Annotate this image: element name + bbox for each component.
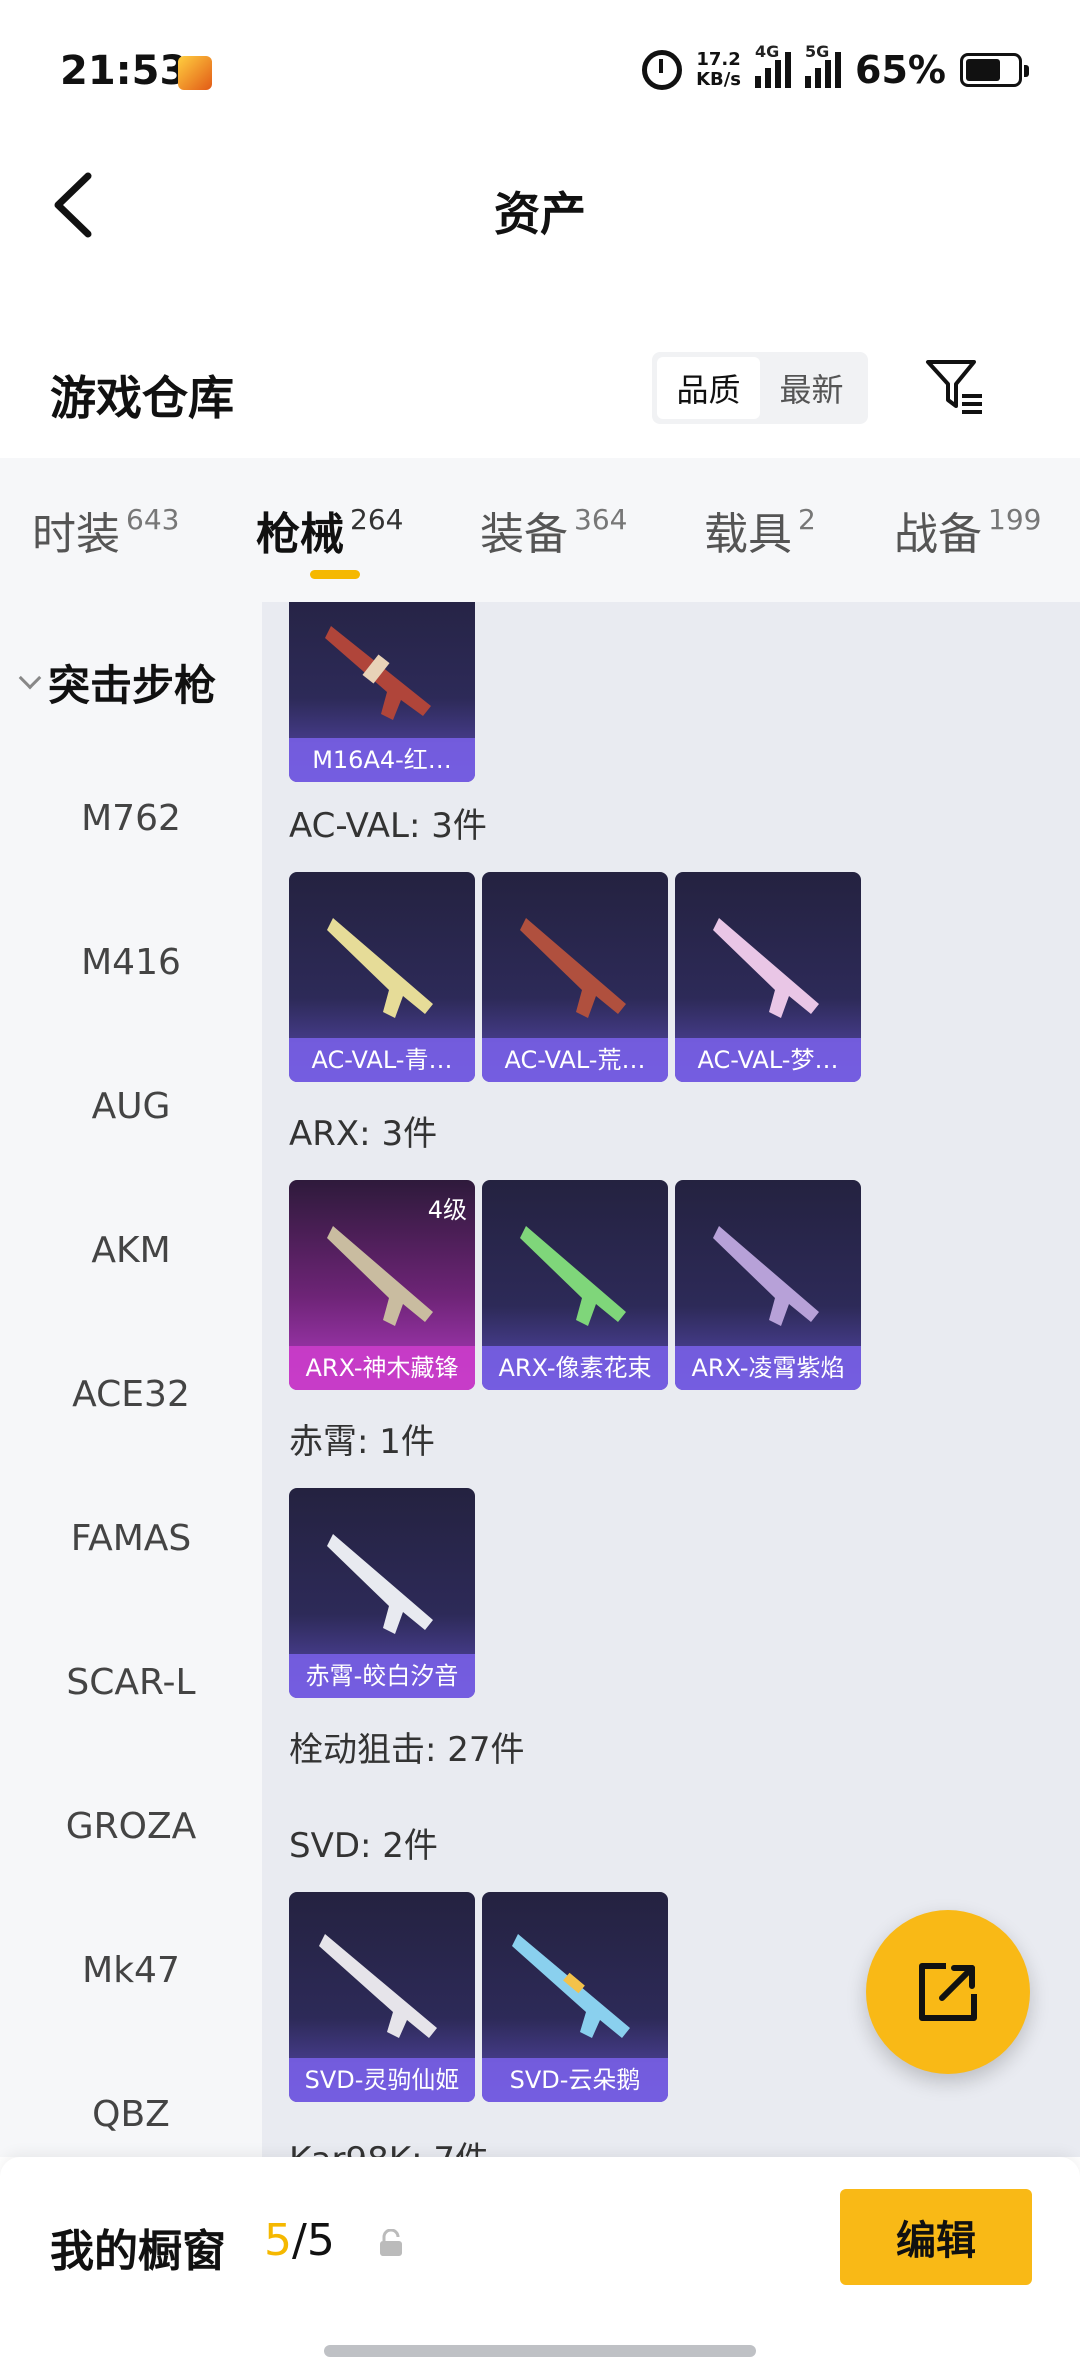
rifle-icon — [713, 1226, 819, 1326]
weapon-card-label: AC-VAL-荒… — [482, 1038, 668, 1082]
rifle-icon — [327, 918, 433, 1018]
weapon-card-label: SVD-云朵鹅 — [482, 2058, 668, 2102]
rifle-icon — [512, 1934, 630, 2038]
weapon-card[interactable]: SVD-灵驹仙姬 — [289, 1892, 475, 2102]
weapon-card[interactable]: AC-VAL-青… — [289, 872, 475, 1082]
net-speed: 17.2 KB/s — [696, 50, 741, 90]
app-notification-icon — [178, 56, 212, 90]
rifle-icon — [520, 1226, 626, 1326]
rifle-icon — [520, 918, 626, 1018]
signal-4g-icon: 4G — [755, 42, 792, 88]
group-label-arx: ARX: 3件 — [289, 1114, 438, 1154]
weapon-card[interactable]: SVD-云朵鹅 — [482, 1892, 668, 2102]
tab-combat-supplies-count: 199 — [988, 503, 1042, 536]
weapon-card[interactable]: ARX-凌霄紫焰 — [675, 1180, 861, 1390]
active-tab-indicator — [310, 570, 360, 579]
tab-combat-supplies-label: 战备 — [894, 509, 982, 560]
battery-icon — [960, 53, 1029, 87]
showcase-count-current: 5 — [264, 2215, 292, 2266]
weapon-card-label: ARX-像素花束 — [482, 1346, 668, 1390]
net-speed-value: 17.2 — [696, 49, 741, 70]
sidebar-item-aug[interactable]: AUG — [0, 1086, 262, 1127]
tab-firearms[interactable]: 枪械 264 — [256, 498, 403, 562]
weapon-card-label: M16A4-红… — [289, 738, 475, 782]
filter-icon[interactable] — [924, 356, 984, 416]
status-bar: 21:53 17.2 KB/s 4G 5G 65% — [0, 0, 1080, 140]
category-tabs: 时装 643 枪械 264 装备 364 载具 2 战备 199 — [0, 458, 1080, 602]
weapon-card-label: SVD-灵驹仙姬 — [289, 2058, 475, 2102]
tab-equipment-count: 364 — [574, 503, 628, 536]
tab-equipment-label: 装备 — [480, 509, 568, 560]
weapon-card-label: AC-VAL-梦… — [675, 1038, 861, 1082]
rifle-icon — [319, 1934, 437, 2038]
weapon-card[interactable]: M16A4-红… — [289, 602, 475, 782]
sidebar-item-ace32[interactable]: ACE32 — [0, 1374, 262, 1415]
home-indicator[interactable] — [324, 2345, 756, 2357]
rifle-icon — [713, 918, 819, 1018]
tab-firearms-label: 枪械 — [256, 509, 344, 560]
tab-costume-count: 643 — [126, 503, 180, 536]
group-label-chixiao: 赤霄: 1件 — [289, 1422, 435, 1462]
showcase-count-total: /5 — [292, 2215, 335, 2266]
sort-quality-button[interactable]: 品质 — [657, 357, 760, 419]
sidebar-category-assault-rifle[interactable]: 突击步枪 — [18, 652, 217, 713]
page-title: 资产 — [494, 187, 586, 241]
edit-button[interactable]: 编辑 — [840, 2189, 1032, 2285]
net-speed-unit: KB/s — [696, 69, 742, 90]
weapon-type-sidebar: 突击步枪 M762 M416 AUG AKM ACE32 FAMAS SCAR-… — [0, 602, 262, 2157]
share-button[interactable] — [866, 1910, 1030, 2074]
weapon-card-label: AC-VAL-青… — [289, 1038, 475, 1082]
sidebar-item-akm[interactable]: AKM — [0, 1230, 262, 1271]
sidebar-item-mk47[interactable]: Mk47 — [0, 1950, 262, 1991]
sort-toggle: 品质 最新 — [652, 352, 868, 424]
weapon-card[interactable]: AC-VAL-梦… — [675, 872, 861, 1082]
tab-equipment[interactable]: 装备 364 — [480, 498, 627, 562]
tab-costume[interactable]: 时装 643 — [32, 498, 179, 562]
status-time: 21:53 — [60, 48, 188, 94]
lock-icon — [380, 2229, 402, 2256]
weapon-card-label: ARX-神木藏锋 — [289, 1346, 475, 1390]
weapon-card[interactable]: 赤霄-皎白汐音 — [289, 1488, 475, 1698]
sort-newest-button[interactable]: 最新 — [760, 357, 863, 419]
status-icons: 17.2 KB/s 4G 5G 65% — [642, 42, 1029, 92]
sidebar-item-groza[interactable]: GROZA — [0, 1806, 262, 1847]
weapon-card[interactable]: 4级 ARX-神木藏锋 — [289, 1180, 475, 1390]
sidebar-category-label: 突击步枪 — [48, 661, 217, 710]
tab-vehicles-count: 2 — [798, 503, 816, 536]
group-label-bolt-sniper: 栓动狙击: 27件 — [289, 1730, 525, 1770]
weapon-card-label: 赤霄-皎白汐音 — [289, 1654, 475, 1698]
rifle-icon — [327, 1226, 433, 1326]
share-external-icon — [919, 1963, 977, 2021]
group-label-kar98k: Kar98K: 7件 — [289, 2132, 489, 2157]
tab-vehicles[interactable]: 载具 2 — [704, 498, 816, 562]
weapon-card-label: ARX-凌霄紫焰 — [675, 1346, 861, 1390]
tab-combat-supplies[interactable]: 战备 199 — [894, 498, 1041, 562]
warehouse-title: 游戏仓库 — [50, 371, 234, 425]
tab-firearms-count: 264 — [350, 503, 404, 536]
sidebar-item-m762[interactable]: M762 — [0, 798, 262, 839]
signal-5g-label: 5G — [805, 42, 830, 61]
rifle-icon — [327, 1534, 433, 1634]
alarm-icon — [642, 50, 683, 90]
weapon-card[interactable]: ARX-像素花束 — [482, 1180, 668, 1390]
tab-costume-label: 时装 — [32, 509, 120, 560]
showcase-count: 5/5 — [264, 2215, 335, 2266]
battery-percent: 65% — [855, 48, 946, 92]
showcase-label: 我的橱窗 — [50, 2226, 226, 2277]
sidebar-item-qbz[interactable]: QBZ — [0, 2094, 262, 2135]
tab-vehicles-label: 载具 — [704, 509, 792, 560]
signal-5g-icon: 5G — [805, 42, 842, 88]
sidebar-item-scar-l[interactable]: SCAR-L — [0, 1662, 262, 1703]
sidebar-item-m416[interactable]: M416 — [0, 942, 262, 983]
weapon-card[interactable]: AC-VAL-荒… — [482, 872, 668, 1082]
group-label-svd: SVD: 2件 — [289, 1826, 438, 1866]
sidebar-item-famas[interactable]: FAMAS — [0, 1518, 262, 1559]
signal-4g-label: 4G — [755, 42, 780, 61]
showcase-bar: 我的橱窗 5/5 编辑 — [0, 2157, 1080, 2375]
chevron-down-icon — [18, 666, 42, 689]
rifle-icon — [325, 626, 431, 720]
weapon-level-badge: 4级 — [427, 1196, 467, 1224]
group-label-ac-val: AC-VAL: 3件 — [289, 806, 487, 846]
